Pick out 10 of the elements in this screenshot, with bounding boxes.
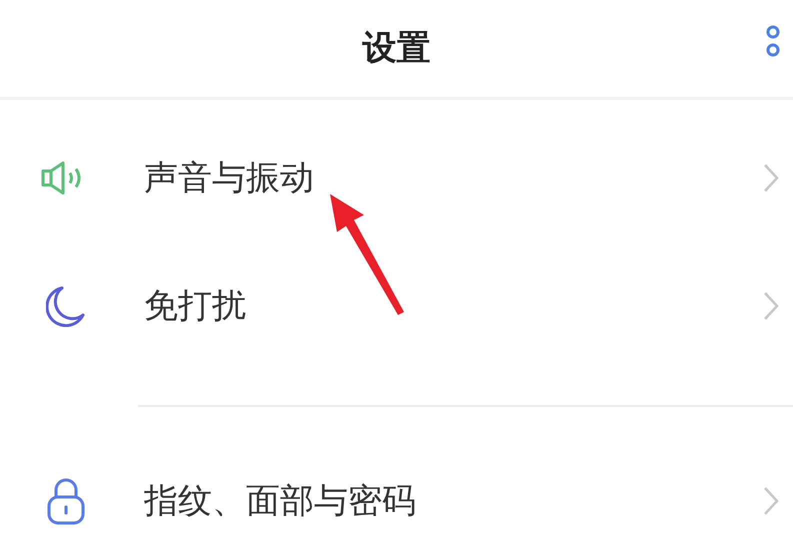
page-title: 设置 [362, 27, 430, 70]
chevron-right-icon [763, 163, 779, 193]
chevron-right-icon [763, 486, 779, 516]
setting-label[interactable]: 免打扰 [144, 280, 246, 332]
setting-label[interactable]: 声音与振动 [144, 152, 314, 204]
more-options-icon[interactable] [765, 24, 781, 58]
chevron-right-icon [763, 291, 779, 321]
setting-label[interactable]: 指纹、面部与密码 [144, 476, 416, 526]
moon-icon [46, 285, 86, 327]
lock-icon [46, 477, 86, 525]
